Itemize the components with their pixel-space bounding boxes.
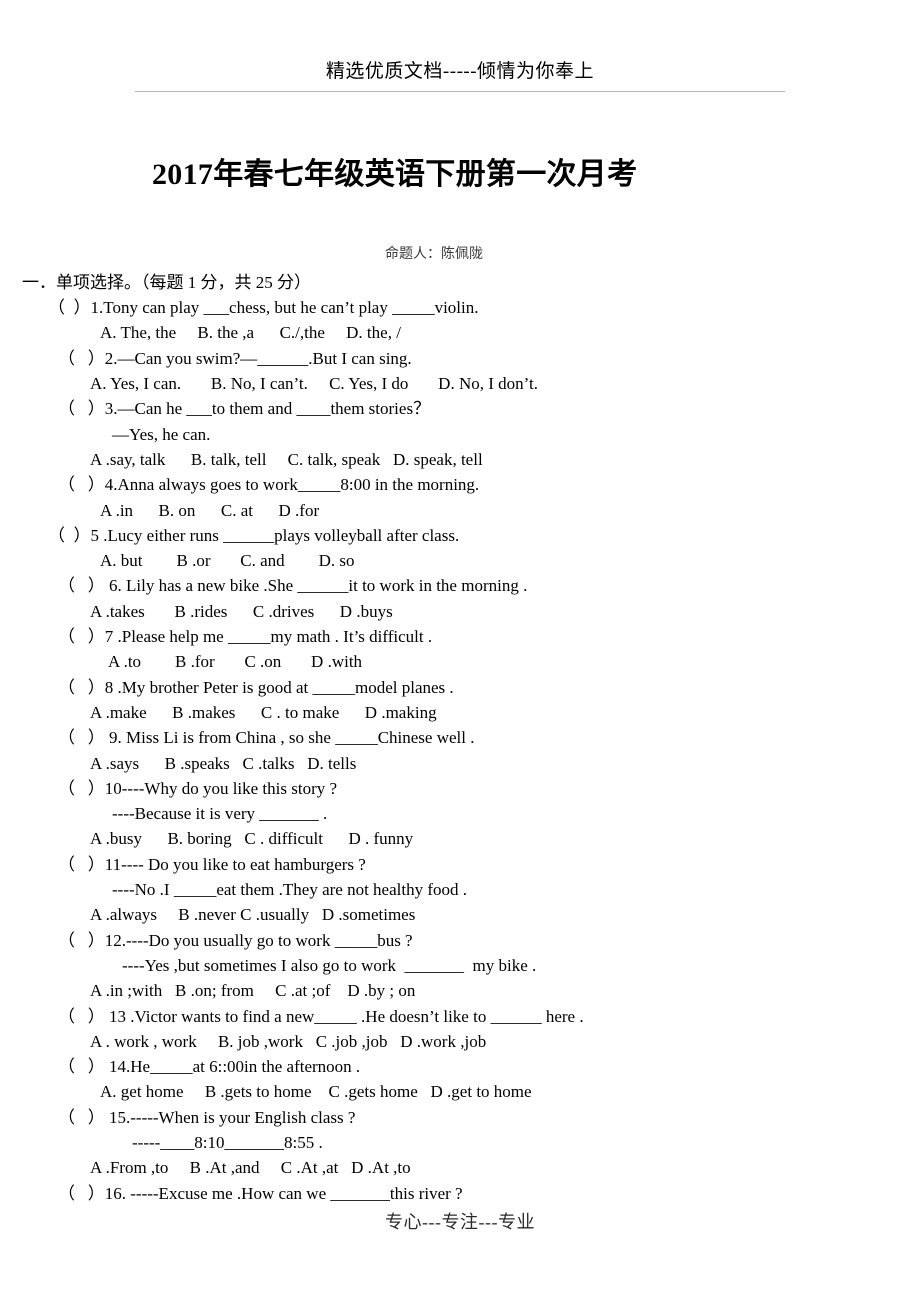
question-number: 11 — [104, 854, 122, 874]
question-text: —Can you swim?—______.But I can sing. — [117, 348, 412, 368]
question-stem: （ ）2.—Can you swim?—______.But I can sin… — [0, 346, 920, 371]
question-marker[interactable]: （ ） — [58, 855, 105, 874]
question-marker[interactable]: （ ） — [58, 475, 105, 494]
question-marker[interactable]: （ ） — [58, 627, 105, 646]
question-options[interactable]: A . work , work B. job ,work C .job ,job… — [0, 1029, 920, 1054]
question-text: -----When is your English class ? — [130, 1107, 356, 1127]
question-text: Please help me _____my math . It’s diffi… — [121, 627, 433, 647]
question-options[interactable]: A. The, the B. the ,a C./,the D. the, / — [0, 320, 920, 345]
question-options[interactable]: A .always B .never C .usually D .sometim… — [0, 902, 920, 927]
question-options[interactable]: A .takes B .rides C .drives D .buys — [0, 599, 920, 624]
question-text: Lily has a new bike .She ______it to wor… — [126, 576, 528, 596]
question-number: 5 . — [90, 525, 108, 545]
question-continuation: ----Yes ,but sometimes I also go to work… — [122, 955, 537, 975]
question-number: 1. — [90, 298, 104, 318]
question-stem: （ ） 6. Lily has a new bike .She ______it… — [0, 573, 920, 598]
question-list: （ ）1.Tony can play ___chess, but he can’… — [0, 291, 920, 1206]
question-stem: （ ） 15.-----When is your English class ? — [0, 1105, 920, 1130]
question-options[interactable]: A .say, talk B. talk, tell C. talk, spea… — [0, 447, 920, 472]
question-options[interactable]: A .From ,to B .At ,and C .At ,at D .At ,… — [0, 1155, 920, 1180]
question-marker[interactable]: （ ） — [58, 349, 105, 368]
question-stem: （ ）4.Anna always goes to work_____8:00 i… — [0, 472, 920, 497]
question-marker[interactable]: （ ） — [48, 526, 91, 545]
question-text: He_____at 6::00in the afternoon . — [130, 1057, 361, 1077]
question-number: 12. — [104, 930, 126, 950]
question-number: 9. — [104, 728, 126, 748]
question-text: ----Why do you like this story ? — [121, 778, 338, 798]
question-options[interactable]: A. get home B .gets to home C .gets home… — [0, 1079, 920, 1104]
question-stem: （ ）8 .My brother Peter is good at _____m… — [0, 675, 920, 700]
question-number: 16. — [104, 1183, 131, 1203]
section-heading: 一．单项选择。（每题 1 分，共 25 分） — [22, 273, 311, 293]
question-stem: （ ）12.----Do you usually go to work ____… — [0, 928, 920, 953]
question-stem: （ ）3.—Can he ___to them and ____them sto… — [0, 396, 920, 421]
question-stem: （ ）16. -----Excuse me .How can we ______… — [0, 1181, 920, 1206]
question-number: 7 . — [104, 627, 122, 647]
running-header: 精选优质文档-----倾情为你奉上 — [325, 61, 595, 82]
question-marker[interactable]: （ ） — [58, 1057, 105, 1076]
question-options[interactable]: A .in ;with B .on; from C .at ;of D .by … — [0, 978, 920, 1003]
author-line: 命题人：陈佩陇 — [385, 247, 483, 263]
question-stem: （ ）11---- Do you like to eat hamburgers … — [0, 852, 920, 877]
question-stem: （ ）7 .Please help me _____my math . It’s… — [0, 624, 920, 649]
question-marker[interactable]: （ ） — [48, 298, 91, 317]
question-text: Tony can play ___chess, but he can’t pla… — [103, 298, 479, 318]
document-page: 精选优质文档-----倾情为你奉上 2017年春七年级英语下册第一次月考 命题人… — [0, 0, 920, 1302]
question-text: Miss Li is from China , so she _____Chin… — [126, 728, 475, 748]
question-marker[interactable]: （ ） — [58, 1184, 105, 1203]
question-marker[interactable]: （ ） — [58, 931, 105, 950]
question-stem: （ ） 9. Miss Li is from China , so she __… — [0, 725, 920, 750]
question-number: 14. — [104, 1057, 131, 1077]
question-text: Anna always goes to work_____8:00 in the… — [117, 475, 480, 495]
question-number: 3. — [104, 399, 118, 419]
question-continuation: ----No .I _____eat them .They are not he… — [112, 880, 467, 900]
question-marker[interactable]: （ ） — [58, 779, 105, 798]
question-continuation: -----____8:10_______8:55 . — [132, 1132, 323, 1152]
question-text: My brother Peter is good at _____model p… — [121, 677, 454, 697]
page-footer: 专心---专注---专业 — [385, 1212, 535, 1232]
question-marker[interactable]: （ ） — [58, 399, 105, 418]
question-number: 6. — [104, 576, 126, 596]
question-marker[interactable]: （ ） — [58, 728, 105, 747]
question-stem: （ ）5 .Lucy either runs ______plays volle… — [0, 523, 920, 548]
question-text: Victor wants to find a new_____ .He does… — [134, 1006, 584, 1026]
question-options[interactable]: A .to B .for C .on D .with — [0, 649, 920, 674]
question-options[interactable]: A. but B .or C. and D. so — [0, 548, 920, 573]
question-continuation: ----Because it is very _______ . — [112, 804, 328, 824]
question-marker[interactable]: （ ） — [58, 576, 105, 595]
question-text: Lucy either runs ______plays volleyball … — [107, 525, 460, 545]
question-options[interactable]: A .make B .makes C . to make D .making — [0, 700, 920, 725]
question-number: 10 — [104, 778, 122, 798]
header-divider — [135, 91, 785, 92]
question-text: ----Do you usually go to work _____bus ? — [126, 930, 413, 950]
question-marker[interactable]: （ ） — [58, 1108, 105, 1127]
question-options[interactable]: A .busy B. boring C . difficult D . funn… — [0, 826, 920, 851]
question-stem: （ ） 14.He_____at 6::00in the afternoon . — [0, 1054, 920, 1079]
question-number: 8 . — [104, 677, 122, 697]
question-options[interactable]: A .says B .speaks C .talks D. tells — [0, 751, 920, 776]
question-text: -----Excuse me .How can we _______this r… — [130, 1183, 463, 1203]
question-number: 2. — [104, 348, 118, 368]
question-options[interactable]: A. Yes, I can. B. No, I can’t. C. Yes, I… — [0, 371, 920, 396]
question-text: ---- Do you like to eat hamburgers ? — [121, 854, 366, 874]
question-marker[interactable]: （ ） — [58, 1007, 105, 1026]
question-marker[interactable]: （ ） — [58, 678, 105, 697]
question-number: 4. — [104, 475, 118, 495]
question-continuation: —Yes, he can. — [112, 424, 211, 444]
question-number: 15. — [104, 1107, 131, 1127]
question-stem: （ ） 13 .Victor wants to find a new_____ … — [0, 1004, 920, 1029]
question-text: —Can he ___to them and ____them stories？ — [117, 399, 431, 419]
question-number: 13 . — [104, 1006, 135, 1026]
question-options[interactable]: A .in B. on C. at D .for — [0, 498, 920, 523]
question-stem: （ ）10----Why do you like this story ? — [0, 776, 920, 801]
question-stem: （ ）1.Tony can play ___chess, but he can’… — [0, 295, 920, 320]
page-title: 2017年春七年级英语下册第一次月考 — [152, 158, 638, 192]
